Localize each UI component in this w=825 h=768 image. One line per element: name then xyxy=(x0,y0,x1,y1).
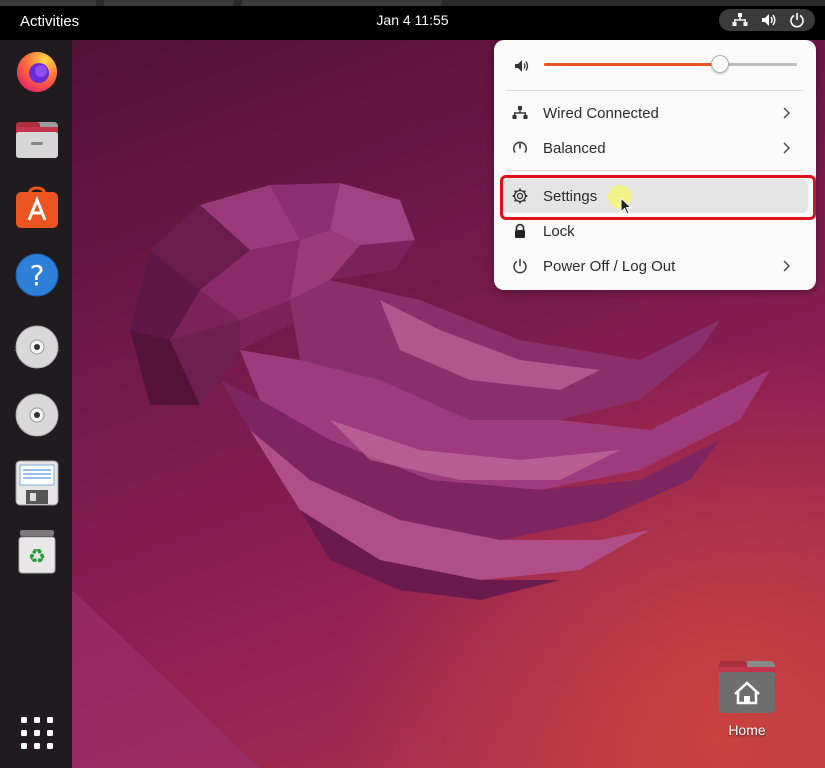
ubuntu-software-launcher[interactable] xyxy=(14,184,60,230)
trash-icon: ♻ xyxy=(18,530,56,574)
volume-icon xyxy=(762,14,776,26)
menu-separator xyxy=(506,170,804,171)
window-tab-strip xyxy=(0,0,825,6)
chevron-right-icon xyxy=(783,107,790,119)
software-store-icon xyxy=(16,186,58,228)
top-bar: Activities Jan 4 11:55 xyxy=(0,0,825,40)
floppy-document-icon xyxy=(15,460,59,506)
window-tab[interactable] xyxy=(0,0,96,6)
text-editor-launcher[interactable] xyxy=(14,460,60,506)
app-grid-icon xyxy=(21,717,53,749)
show-applications-button[interactable] xyxy=(14,710,60,756)
svg-text:?: ? xyxy=(30,259,45,292)
menu-item-label: Balanced xyxy=(543,140,606,157)
svg-text:♻: ♻ xyxy=(28,544,46,568)
menu-item-label: Lock xyxy=(543,223,575,240)
volume-slider[interactable] xyxy=(544,55,797,73)
network-wired-icon xyxy=(512,106,528,119)
menu-separator xyxy=(506,90,804,91)
menu-item-label: Wired Connected xyxy=(543,105,659,122)
menu-item-wired-connected[interactable]: Wired Connected xyxy=(502,96,808,130)
menu-item-balanced[interactable]: Balanced xyxy=(502,131,808,165)
dock: ? ♻ xyxy=(0,40,72,768)
power-icon xyxy=(513,259,527,274)
window-tab[interactable] xyxy=(242,0,442,6)
chevron-right-icon xyxy=(783,260,790,272)
system-menu: Wired Connected Balanced Settings Lock P… xyxy=(494,40,816,290)
power-icon xyxy=(790,13,804,28)
home-label: Home xyxy=(728,722,766,738)
system-status-button[interactable] xyxy=(719,9,815,31)
optical-disc-icon xyxy=(15,393,59,437)
network-wired-icon xyxy=(732,13,748,26)
disc-drive-launcher[interactable] xyxy=(14,392,60,438)
optical-disc-icon xyxy=(15,325,59,369)
disc-drive-launcher[interactable] xyxy=(14,324,60,370)
home-desktop-icon[interactable]: Home xyxy=(716,658,778,742)
firefox-icon xyxy=(17,52,57,92)
files-launcher[interactable] xyxy=(14,116,60,162)
help-launcher[interactable]: ? xyxy=(14,252,60,298)
volume-slider-handle[interactable] xyxy=(710,55,729,73)
volume-slider-fill xyxy=(544,63,719,66)
chevron-right-icon xyxy=(783,142,790,154)
activities-button[interactable]: Activities xyxy=(20,13,79,30)
help-icon: ? xyxy=(15,253,59,297)
power-profile-icon xyxy=(513,141,527,153)
files-folder-icon xyxy=(16,122,58,158)
menu-item-label: Power Off / Log Out xyxy=(543,258,676,275)
window-tab[interactable] xyxy=(104,0,234,6)
speaker-volume-icon xyxy=(515,60,529,72)
settings-highlight-annotation xyxy=(500,175,816,220)
mouse-pointer-icon xyxy=(620,197,633,215)
trash-launcher[interactable]: ♻ xyxy=(14,528,60,574)
clock-button[interactable]: Jan 4 11:55 xyxy=(376,12,448,28)
firefox-launcher[interactable] xyxy=(14,48,60,94)
home-folder-icon xyxy=(719,661,775,713)
menu-item-power-off-log-out[interactable]: Power Off / Log Out xyxy=(502,249,808,283)
lock-icon xyxy=(515,223,525,238)
